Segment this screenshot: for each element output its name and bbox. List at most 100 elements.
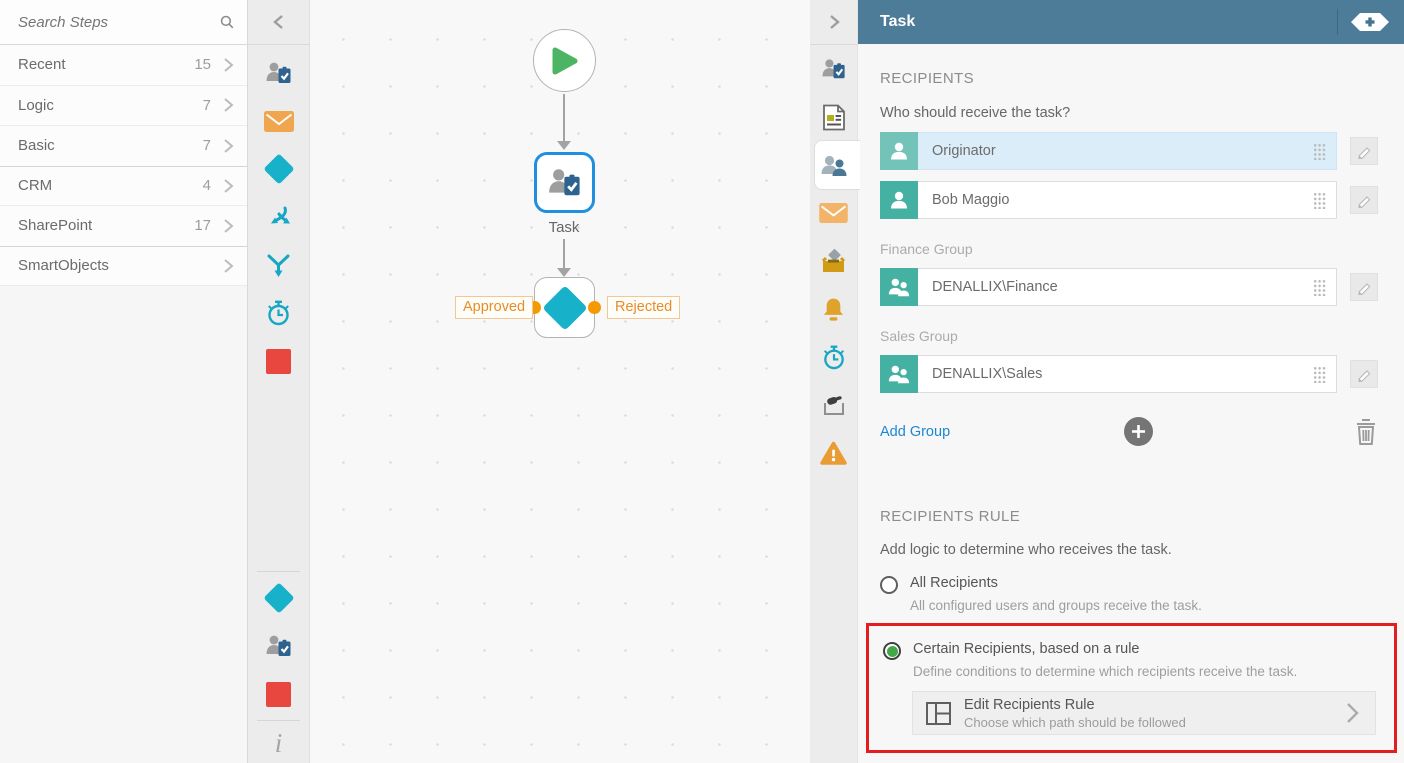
recipient-row-sales[interactable]: DENALLIX\Sales	[880, 355, 1337, 393]
tab-warning[interactable]	[810, 429, 857, 477]
radio-all-recipients[interactable]	[880, 576, 898, 594]
recipient-row-bob-maggio[interactable]: Bob Maggio	[880, 181, 1337, 219]
steps-panel: Recent 15 Logic 7 Basic 7 CRM 4 SharePoi…	[0, 0, 248, 763]
radio-certain-recipients[interactable]	[883, 642, 901, 660]
play-icon	[552, 47, 577, 74]
tab-timer[interactable]	[810, 333, 857, 381]
recipient-line: Originator	[880, 132, 1378, 170]
user-task-icon	[548, 169, 580, 196]
info-icon[interactable]: i	[248, 723, 309, 763]
user-avatar-icon	[880, 132, 918, 170]
header-divider	[1337, 9, 1338, 35]
merge-arrows-icon[interactable]	[248, 241, 309, 289]
category-label: SharePoint	[18, 217, 93, 235]
category-count: 7	[202, 137, 211, 155]
category-logic[interactable]: Logic 7	[0, 85, 247, 126]
tab-vote-hand[interactable]	[810, 381, 857, 429]
delete-trash-icon[interactable]	[1354, 418, 1378, 446]
recipients-actions-row: Add Group	[880, 417, 1378, 446]
tab-email[interactable]	[810, 189, 857, 237]
outcome-label-rejected[interactable]: Rejected	[607, 296, 681, 319]
tab-notification-bell[interactable]	[810, 285, 857, 333]
category-count: 17	[194, 217, 211, 235]
category-crm[interactable]: CRM 4	[0, 165, 247, 206]
strip-divider	[257, 720, 300, 721]
category-label: Basic	[18, 137, 55, 155]
add-group-link[interactable]: Add Group	[880, 424, 950, 440]
add-tag-icon[interactable]	[1350, 10, 1390, 34]
connector-arrowhead	[557, 141, 571, 150]
drag-handle[interactable]	[1313, 278, 1326, 296]
pencil-icon	[1358, 283, 1371, 295]
drag-handle[interactable]	[1313, 191, 1326, 209]
plus-icon	[1131, 425, 1145, 438]
chevron-right-icon	[224, 178, 234, 193]
pencil-icon	[1358, 196, 1371, 208]
recipients-question: Who should receive the task?	[880, 105, 1071, 121]
option-label: All Recipients	[910, 575, 998, 591]
edit-recipient-button[interactable]	[1350, 360, 1378, 388]
task-node[interactable]	[534, 152, 595, 213]
decision-step-icon[interactable]	[248, 145, 309, 193]
drag-handle[interactable]	[1313, 365, 1326, 383]
recipient-value: Originator	[932, 143, 996, 159]
recipient-value: DENALLIX\Sales	[932, 366, 1043, 382]
recipients-rule-description: Add logic to determine who receives the …	[880, 542, 1172, 558]
category-smartobjects[interactable]: SmartObjects	[0, 245, 247, 286]
decision-node[interactable]	[534, 277, 595, 338]
connector-line	[563, 239, 565, 269]
option-description: Define conditions to determine which rec…	[913, 664, 1298, 679]
timer-step-icon[interactable]	[248, 289, 309, 337]
pencil-icon	[1358, 370, 1371, 382]
task-config-panel: Task RECIPIENTS Who should receive the t…	[858, 0, 1404, 763]
search-input[interactable]	[18, 13, 219, 31]
decision-diamond-icon	[541, 284, 588, 331]
tab-form[interactable]	[810, 93, 857, 141]
category-sharepoint[interactable]: SharePoint 17	[0, 206, 247, 247]
category-recent[interactable]: Recent 15	[0, 45, 247, 86]
tab-user-task[interactable]	[810, 45, 857, 93]
chevron-right-icon	[224, 138, 234, 153]
expand-chevron-icon[interactable]	[810, 0, 857, 45]
strip-divider	[257, 571, 300, 572]
end-step-icon[interactable]	[248, 670, 309, 718]
drag-handle[interactable]	[1313, 142, 1326, 160]
recipient-line: DENALLIX\Sales	[880, 355, 1378, 393]
user-task-step-icon[interactable]	[248, 49, 309, 97]
search-icon[interactable]	[219, 11, 235, 33]
toolbox-strip: i	[248, 0, 310, 763]
recipient-row-finance[interactable]: DENALLIX\Finance	[880, 268, 1337, 306]
tab-recipients[interactable]	[810, 140, 860, 190]
start-node[interactable]	[533, 29, 596, 92]
user-task-step-icon[interactable]	[248, 622, 309, 670]
outcome-port-rejected[interactable]	[588, 301, 601, 314]
chevron-right-icon	[224, 98, 234, 113]
decision-step-icon[interactable]	[248, 574, 309, 622]
pencil-icon	[1358, 147, 1371, 159]
workflow-canvas[interactable]: Task Approved Rejected	[310, 0, 810, 763]
panel-header: Task	[858, 0, 1404, 44]
panel-title: Task	[880, 13, 916, 30]
collapse-chevron-icon[interactable]	[248, 0, 309, 45]
end-step-icon[interactable]	[248, 337, 309, 385]
category-basic[interactable]: Basic 7	[0, 126, 247, 167]
add-recipient-button[interactable]	[1123, 417, 1153, 446]
connector-line	[563, 94, 565, 141]
outcome-label-approved[interactable]: Approved	[455, 296, 534, 319]
steps-panel-empty-area	[0, 286, 247, 763]
edit-recipient-button[interactable]	[1350, 273, 1378, 301]
edit-recipient-button[interactable]	[1350, 137, 1378, 165]
category-label: Recent	[18, 56, 66, 74]
email-step-icon[interactable]	[248, 97, 309, 145]
edit-recipient-button[interactable]	[1350, 186, 1378, 214]
option-all-recipients: All Recipients All configured users and …	[880, 575, 1378, 613]
category-label: CRM	[18, 177, 53, 195]
edit-recipients-rule-button[interactable]: Edit Recipients Rule Choose which path s…	[912, 691, 1376, 735]
recipient-row-originator[interactable]: Originator	[880, 132, 1337, 170]
edit-button-subtitle: Choose which path should be followed	[964, 714, 1186, 730]
group-label-sales: Sales Group	[880, 328, 958, 344]
tab-actions-box[interactable]	[810, 237, 857, 285]
option-certain-recipients: Certain Recipients, based on a rule Defi…	[883, 641, 1376, 679]
split-arrows-icon[interactable]	[248, 193, 309, 241]
option-description: All configured users and groups receive …	[910, 598, 1202, 613]
